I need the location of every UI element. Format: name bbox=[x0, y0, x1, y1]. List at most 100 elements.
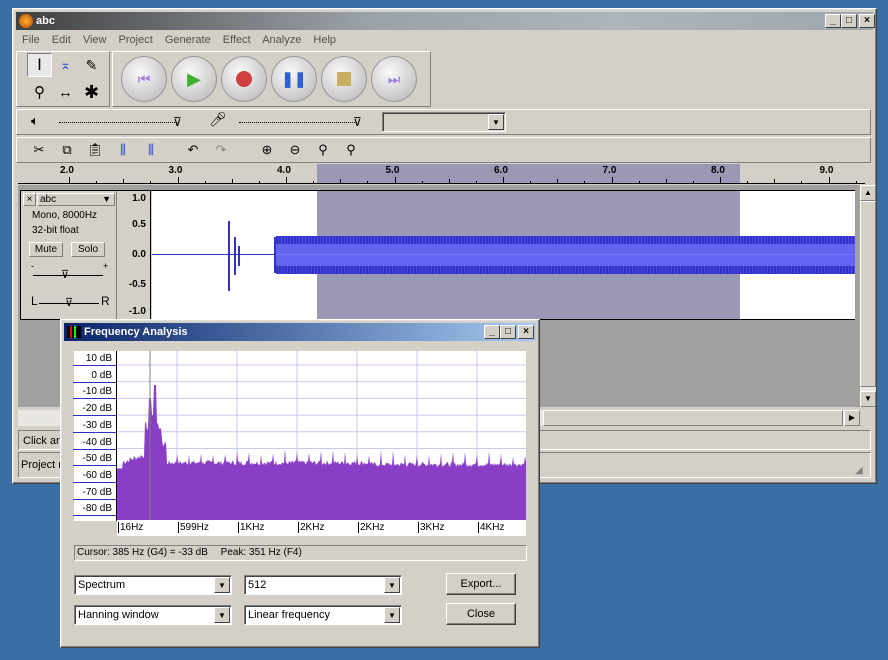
dialog-close-button[interactable]: × bbox=[518, 325, 534, 339]
dialog-title: Frequency Analysis bbox=[84, 326, 188, 338]
db-label: -10 dB bbox=[82, 386, 112, 398]
menu-help[interactable]: Help bbox=[313, 34, 336, 46]
ruler-tick-label: 5.0 bbox=[385, 165, 400, 176]
ruler-minor-tick bbox=[150, 181, 152, 183]
redo-icon[interactable]: ↷ bbox=[209, 139, 233, 161]
maximize-button[interactable]: □ bbox=[841, 14, 857, 28]
ruler-minor-tick bbox=[421, 181, 423, 183]
chevron-down-icon: ▼ bbox=[214, 607, 230, 623]
ruler-tick-label: 8.0 bbox=[711, 165, 725, 176]
ruler-minor-tick bbox=[557, 179, 559, 183]
copy-icon[interactable]: ⧉ bbox=[55, 139, 79, 161]
output-volume-thumb[interactable]: ⊽ bbox=[173, 115, 182, 129]
menu-file[interactable]: File bbox=[22, 34, 40, 46]
chevron-down-icon: ▼ bbox=[488, 114, 504, 130]
waveform-centerline bbox=[276, 254, 855, 255]
algorithm-value: Spectrum bbox=[78, 579, 126, 591]
timeline-ruler[interactable]: 2.0 3.0 4.0 5.0 6.0 7.0 8.0 9.0 bbox=[18, 164, 865, 184]
scroll-thumb[interactable] bbox=[860, 201, 876, 387]
scroll-up-button[interactable]: ▲ bbox=[860, 185, 876, 201]
input-volume-thumb[interactable]: ⊽ bbox=[353, 115, 362, 129]
menu-generate[interactable]: Generate bbox=[165, 34, 211, 46]
chevron-down-icon: ▼ bbox=[384, 577, 400, 593]
multi-tool-icon[interactable]: ✱ bbox=[79, 80, 104, 104]
paste-icon[interactable]: 📋︎ bbox=[83, 139, 107, 161]
gain-thumb[interactable]: ⊽ bbox=[61, 268, 69, 281]
chevron-down-icon: ▼ bbox=[214, 577, 230, 593]
fit-project-icon[interactable]: ⚲ bbox=[339, 139, 363, 161]
speaker-icon: 🔈︎ bbox=[31, 113, 39, 128]
close-button[interactable]: × bbox=[859, 14, 875, 28]
zoom-tool-icon[interactable]: ⚲ bbox=[27, 80, 52, 104]
input-volume-slider[interactable] bbox=[239, 122, 359, 123]
waveform-canvas[interactable] bbox=[152, 191, 855, 319]
skip-start-button[interactable]: ⏮ bbox=[121, 56, 167, 102]
undo-icon[interactable]: ↶ bbox=[181, 139, 205, 161]
scale-label: 0.5 bbox=[132, 219, 146, 230]
stop-button[interactable] bbox=[321, 56, 367, 102]
chevron-down-icon: ▼ bbox=[102, 194, 111, 204]
ruler-minor-tick bbox=[665, 179, 667, 183]
menu-edit[interactable]: Edit bbox=[52, 34, 71, 46]
close-dialog-button[interactable]: Close bbox=[446, 603, 516, 625]
ruler-minor-tick bbox=[96, 181, 98, 183]
silence-icon[interactable]: ⫼ bbox=[139, 139, 163, 161]
db-tick bbox=[73, 448, 116, 450]
menu-effect[interactable]: Effect bbox=[223, 34, 251, 46]
zoom-in-icon[interactable]: ⊕ bbox=[255, 139, 279, 161]
selection-tool-icon[interactable]: I bbox=[27, 53, 52, 77]
axis-select[interactable]: Linear frequency ▼ bbox=[244, 605, 402, 625]
freq-label: 1KHz bbox=[238, 522, 265, 533]
timeshift-tool-icon[interactable]: ↔ bbox=[53, 80, 78, 104]
dialog-titlebar[interactable]: Frequency Analysis bbox=[64, 323, 536, 341]
ruler-tick bbox=[286, 177, 287, 183]
pan-thumb[interactable]: ⊽ bbox=[65, 296, 73, 309]
scale-label: 1.0 bbox=[132, 193, 146, 204]
track-close-button[interactable]: × bbox=[23, 193, 36, 206]
ruler-tick bbox=[69, 177, 70, 183]
export-button[interactable]: Export... bbox=[446, 573, 516, 595]
ruler-tick-label: 4.0 bbox=[277, 165, 291, 176]
pause-button[interactable]: ❚❚ bbox=[271, 56, 317, 102]
hscroll-thumb[interactable] bbox=[543, 410, 843, 426]
window-function-select[interactable]: Hanning window ▼ bbox=[74, 605, 232, 625]
trim-icon[interactable]: ⫼ bbox=[111, 139, 135, 161]
envelope-tool-icon[interactable]: ⌅ bbox=[53, 53, 78, 77]
algorithm-select[interactable]: Spectrum ▼ bbox=[74, 575, 232, 595]
record-button[interactable] bbox=[221, 56, 267, 102]
waveform-spike bbox=[238, 246, 240, 266]
menu-view[interactable]: View bbox=[83, 34, 107, 46]
play-button[interactable]: ▶ bbox=[171, 56, 217, 102]
output-volume-slider[interactable] bbox=[59, 122, 179, 123]
db-label: -80 dB bbox=[82, 503, 112, 515]
zoom-out-icon[interactable]: ⊖ bbox=[283, 139, 307, 161]
minimize-button[interactable]: _ bbox=[825, 14, 841, 28]
db-label: -60 dB bbox=[82, 469, 112, 481]
track-name-menu[interactable]: abc ▼ bbox=[37, 193, 115, 206]
ruler-minor-tick bbox=[774, 179, 776, 183]
ruler-tick-label: 6.0 bbox=[494, 165, 508, 176]
db-tick bbox=[73, 515, 116, 517]
solo-button[interactable]: Solo bbox=[71, 242, 105, 257]
frequency-analysis-dialog: Frequency Analysis _ □ × 10 dB 0 dB -10 dB… bbox=[60, 319, 540, 648]
size-select[interactable]: 512 ▼ bbox=[244, 575, 402, 595]
vertical-scrollbar[interactable]: ▲ ▼ bbox=[860, 185, 876, 407]
scroll-right-button[interactable]: ▶ bbox=[844, 410, 860, 426]
fit-selection-icon[interactable]: ⚲ bbox=[311, 139, 335, 161]
cut-icon[interactable]: ✂ bbox=[27, 139, 51, 161]
input-source-select[interactable]: ▼ bbox=[382, 112, 506, 132]
spectrum-plot[interactable] bbox=[117, 351, 526, 520]
draw-tool-icon[interactable]: ✎ bbox=[79, 53, 104, 77]
skip-end-button[interactable]: ⏭ bbox=[371, 56, 417, 102]
mute-button[interactable]: Mute bbox=[29, 242, 63, 257]
dialog-maximize-button[interactable]: □ bbox=[500, 325, 516, 339]
main-titlebar[interactable]: abc bbox=[16, 12, 873, 30]
dialog-minimize-button[interactable]: _ bbox=[484, 325, 500, 339]
scroll-down-button[interactable]: ▼ bbox=[860, 391, 876, 407]
menu-project[interactable]: Project bbox=[119, 34, 153, 46]
ruler-minor-tick bbox=[855, 181, 857, 183]
freq-label: 2KHz bbox=[358, 522, 385, 533]
ruler-minor-tick bbox=[448, 179, 450, 183]
resize-grip-icon[interactable]: ◢ bbox=[855, 465, 863, 476]
menu-analyze[interactable]: Analyze bbox=[262, 34, 301, 46]
